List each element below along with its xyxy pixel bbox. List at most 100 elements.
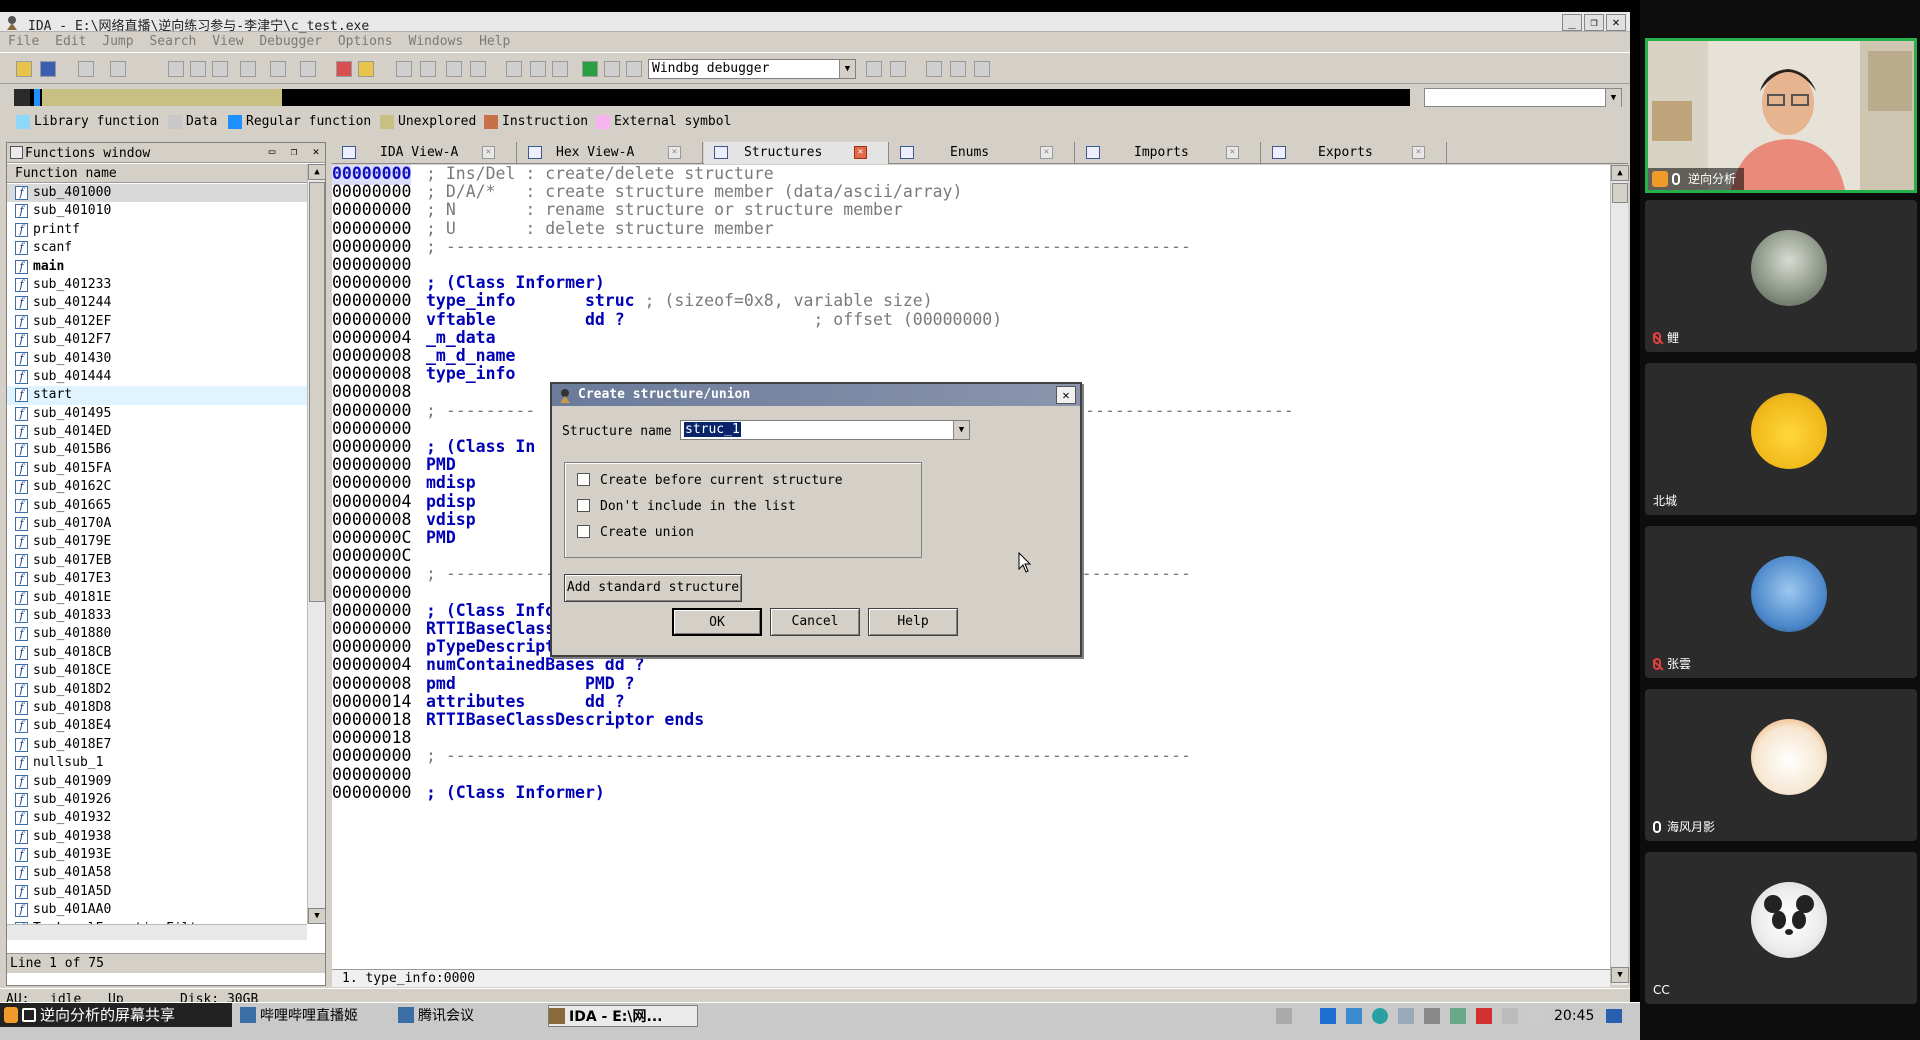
menu-view[interactable]: View: [212, 33, 243, 51]
function-list-item[interactable]: f sub_40170A: [7, 515, 307, 533]
close-icon[interactable]: ✕: [482, 146, 495, 159]
tab-enums[interactable]: Enums ✕: [890, 142, 1075, 164]
participant-tile[interactable]: CC: [1645, 852, 1917, 1004]
menu-search[interactable]: Search: [149, 33, 196, 51]
function-list-item[interactable]: f sub_401833: [7, 607, 307, 625]
function-list-item[interactable]: f sub_401444: [7, 368, 307, 386]
disassembly-vertical-scrollbar[interactable]: ▲ ▼: [1610, 165, 1629, 985]
tab-imports[interactable]: Imports ✕: [1076, 142, 1261, 164]
navigation-select[interactable]: ▼: [1424, 88, 1622, 107]
presenter-video[interactable]: 逆向分析: [1645, 38, 1917, 193]
tab-exports[interactable]: Exports ✕: [1262, 142, 1447, 164]
function-list-item[interactable]: f sub_401AA0: [7, 901, 307, 919]
function-list-item[interactable]: f sub_401010: [7, 202, 307, 220]
function-list-item[interactable]: f sub_401233: [7, 276, 307, 294]
function-list-item[interactable]: f sub_401938: [7, 828, 307, 846]
function-list-item[interactable]: f sub_401244: [7, 294, 307, 312]
function-list-item[interactable]: f sub_4017E3: [7, 570, 307, 588]
function-list-item[interactable]: f sub_401880: [7, 625, 307, 643]
checkbox-box[interactable]: [577, 525, 590, 538]
scroll-down-icon[interactable]: ▼: [1611, 967, 1629, 983]
show-desktop-icon[interactable]: [1606, 1009, 1622, 1023]
function-list-item[interactable]: f sub_4018E4: [7, 717, 307, 735]
power-icon[interactable]: [1502, 1008, 1518, 1024]
close-panel-icon[interactable]: ✕: [309, 145, 323, 159]
graph-icon[interactable]: [336, 61, 352, 77]
chat-icon[interactable]: [1398, 1008, 1414, 1024]
function-list-item[interactable]: f sub_4018CB: [7, 644, 307, 662]
close-icon[interactable]: ✕: [1412, 146, 1425, 159]
function-list-item[interactable]: f sub_4015FA: [7, 460, 307, 478]
up-icon[interactable]: [270, 61, 286, 77]
menu-windows[interactable]: Windows: [408, 33, 463, 51]
function-list-item[interactable]: f sub_40181E: [7, 589, 307, 607]
dont-include-checkbox[interactable]: Don't include in the list: [577, 499, 796, 515]
function-list-item[interactable]: f sub_401926: [7, 791, 307, 809]
patch-icon[interactable]: [506, 61, 522, 77]
function-list-item[interactable]: f sub_401665: [7, 497, 307, 515]
tab-hex-view-a[interactable]: Hex View-A ✕: [518, 142, 703, 164]
float-panel-icon[interactable]: ❐: [287, 145, 301, 159]
struct-icon[interactable]: [530, 61, 546, 77]
close-icon[interactable]: ✕: [668, 146, 681, 159]
attach-icon[interactable]: [866, 61, 882, 77]
function-list-item[interactable]: f sub_4018CE: [7, 662, 307, 680]
function-list-item[interactable]: f printf: [7, 221, 307, 239]
checkbox-box[interactable]: [577, 499, 590, 512]
tools-icon[interactable]: [1424, 1008, 1440, 1024]
function-list-item[interactable]: f sub_401000: [7, 184, 307, 203]
navigation-bar[interactable]: [14, 89, 1410, 106]
function-list-item[interactable]: f sub_401430: [7, 350, 307, 368]
close-icon[interactable]: ✕: [1226, 146, 1239, 159]
minimize-panel-icon[interactable]: ▭: [265, 145, 279, 159]
function-list-item[interactable]: f main: [7, 258, 307, 276]
functions-vertical-scrollbar[interactable]: ▲ ▼: [307, 164, 326, 924]
close-button[interactable]: ✕: [1606, 14, 1626, 31]
disasm-line[interactable]: 00000000 ; (Class Informer): [332, 782, 1610, 804]
back-icon[interactable]: [78, 61, 94, 77]
ok-button[interactable]: OK: [672, 608, 762, 636]
open-icon[interactable]: [16, 61, 32, 77]
function-list-item[interactable]: f sub_4018D8: [7, 699, 307, 717]
function-list-item[interactable]: f sub_4014ED: [7, 423, 307, 441]
restore-button[interactable]: ❐: [1584, 14, 1604, 31]
function-list-item[interactable]: f sub_4018D2: [7, 681, 307, 699]
status-tray-icon[interactable]: [1372, 1008, 1388, 1024]
menu-options[interactable]: Options: [338, 33, 393, 51]
close-icon[interactable]: ✕: [1040, 146, 1053, 159]
breakpoint-icon[interactable]: [926, 61, 942, 77]
chevron-down-icon[interactable]: ▼: [953, 421, 969, 439]
function-list-item[interactable]: f sub_401A5D: [7, 883, 307, 901]
function-list-item[interactable]: f nullsub_1: [7, 754, 307, 772]
pause-icon[interactable]: [604, 61, 620, 77]
dialog-close-button[interactable]: ✕: [1056, 386, 1076, 404]
create-before-checkbox[interactable]: Create before current structure: [577, 473, 843, 489]
scroll-down-icon[interactable]: ▼: [308, 908, 326, 924]
function-list-item[interactable]: f sub_40162C: [7, 478, 307, 496]
participant-tile[interactable]: 张雲: [1645, 526, 1917, 678]
checkbox-box[interactable]: [577, 473, 590, 486]
functions-horizontal-scrollbar[interactable]: [7, 924, 307, 940]
help-button[interactable]: Help: [868, 608, 958, 636]
save-icon[interactable]: [40, 61, 56, 77]
string-icon[interactable]: [446, 61, 462, 77]
function-list-item[interactable]: f scanf: [7, 239, 307, 257]
function-list-item[interactable]: f start: [7, 386, 307, 405]
function-list-item[interactable]: f sub_401909: [7, 773, 307, 791]
array-icon[interactable]: [470, 61, 486, 77]
function-list-item[interactable]: f sub_40193E: [7, 846, 307, 864]
jump-icon[interactable]: [300, 61, 316, 77]
add-standard-structure-button[interactable]: Add standard structure: [564, 574, 742, 602]
scroll-up-icon[interactable]: ▲: [1611, 165, 1629, 181]
participant-tile[interactable]: 海风月影: [1645, 689, 1917, 841]
network-icon[interactable]: [1450, 1008, 1466, 1024]
task-tencent-meeting[interactable]: 腾讯会议: [398, 1005, 548, 1027]
function-list-item[interactable]: f sub_4015B6: [7, 441, 307, 459]
close-icon[interactable]: ✕: [854, 146, 867, 159]
task-bilibili-live[interactable]: 哔哩哔哩直播姬: [240, 1005, 390, 1027]
code-icon[interactable]: [396, 61, 412, 77]
print-icon[interactable]: [240, 61, 256, 77]
step-icon[interactable]: [950, 61, 966, 77]
screen-share-indicator[interactable]: 逆向分析的屏幕共享: [0, 1003, 232, 1027]
function-list-item[interactable]: f sub_4012F7: [7, 331, 307, 349]
